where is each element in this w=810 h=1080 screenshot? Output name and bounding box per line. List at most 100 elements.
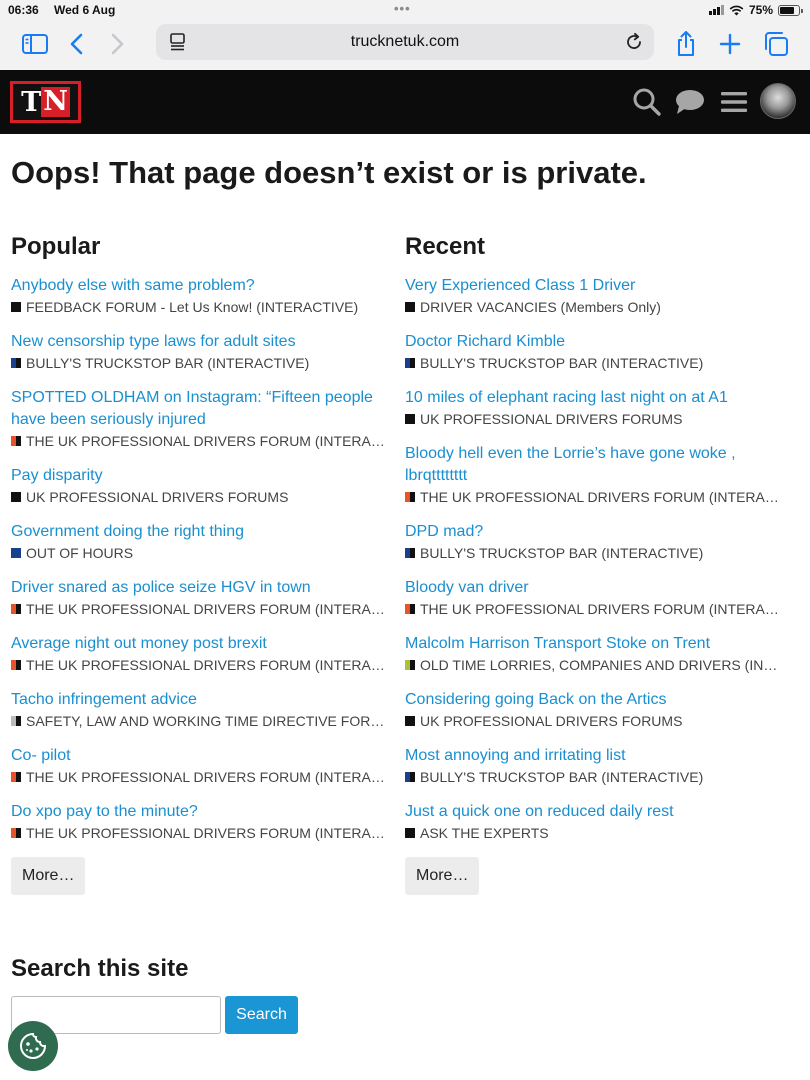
topic-link[interactable]: New censorship type laws for adult sites [11,331,391,353]
topic-forum[interactable]: BULLY'S TRUCKSTOP BAR (INTERACTIVE) [11,353,391,373]
forum-color-swatch [405,414,415,424]
topic-forum[interactable]: THE UK PROFESSIONAL DRIVERS FORUM (INTER… [11,767,391,787]
topic-link[interactable]: Most annoying and irritating list [405,745,785,767]
forum-color-swatch [11,660,21,670]
forum-name: THE UK PROFESSIONAL DRIVERS FORUM (INTER… [420,489,785,505]
forum-color-swatch [405,492,415,502]
forum-name: BULLY'S TRUCKSTOP BAR (INTERACTIVE) [420,769,704,785]
sidebar-icon[interactable] [20,29,50,59]
topic-list-item: 10 miles of elephant racing last night o… [405,387,785,429]
forum-name: THE UK PROFESSIONAL DRIVERS FORUM (INTER… [26,601,391,617]
battery-percent: 75% [748,3,773,17]
back-icon[interactable] [62,29,92,59]
topic-forum[interactable]: THE UK PROFESSIONAL DRIVERS FORUM (INTER… [11,599,391,619]
topic-forum[interactable]: UK PROFESSIONAL DRIVERS FORUMS [405,409,785,429]
recent-more-button[interactable]: More… [405,857,480,895]
topic-forum[interactable]: FEEDBACK FORUM - Let Us Know! (INTERACTI… [11,297,391,317]
forum-name: THE UK PROFESSIONAL DRIVERS FORUM (INTER… [26,825,391,841]
topic-link[interactable]: 10 miles of elephant racing last night o… [405,387,785,409]
popular-list: Anybody else with same problem? FEEDBACK … [11,275,391,843]
topic-link[interactable]: Average night out money post brexit [11,633,391,655]
topic-link[interactable]: Pay disparity [11,465,391,487]
topic-forum[interactable]: BULLY'S TRUCKSTOP BAR (INTERACTIVE) [405,767,785,787]
forum-color-swatch [405,548,415,558]
topic-forum[interactable]: DRIVER VACANCIES (Members Only) [405,297,785,317]
topic-forum[interactable]: THE UK PROFESSIONAL DRIVERS FORUM (INTER… [11,823,391,843]
topic-forum[interactable]: OUT OF HOURS [11,543,391,563]
topic-forum[interactable]: SAFETY, LAW AND WORKING TIME DIRECTIVE F… [11,711,391,731]
cellular-signal-icon [708,5,724,15]
cookie-settings-button[interactable] [8,1021,58,1071]
search-icon[interactable] [631,86,663,118]
forward-icon[interactable] [102,29,132,59]
topic-link[interactable]: Considering going Back on the Artics [405,689,785,711]
recent-heading: Recent [405,233,486,260]
status-bar: 06:36 Wed 6 Aug ••• 75% [0,0,810,22]
forum-name: UK PROFESSIONAL DRIVERS FORUMS [26,489,289,505]
topic-forum[interactable]: THE UK PROFESSIONAL DRIVERS FORUM (INTER… [11,655,391,675]
forum-name: FEEDBACK FORUM - Let Us Know! (INTERACTI… [26,299,359,315]
forum-color-swatch [11,828,21,838]
topic-link[interactable]: Bloody hell even the Lorrie’s have gone … [405,443,785,487]
topic-link[interactable]: Doctor Richard Kimble [405,331,785,353]
forum-name: ASK THE EXPERTS [420,825,549,841]
topic-link[interactable]: Bloody van driver [405,577,785,599]
topic-forum[interactable]: BULLY'S TRUCKSTOP BAR (INTERACTIVE) [405,353,785,373]
topic-link[interactable]: Government doing the right thing [11,521,391,543]
topic-list-item: Bloody hell even the Lorrie’s have gone … [405,443,785,507]
battery-icon [778,4,803,16]
multitasking-dots-icon[interactable]: ••• [394,1,411,16]
topic-list-item: SPOTTED OLDHAM on Instagram: “Fifteen pe… [11,387,391,451]
popular-more-button[interactable]: More… [11,857,86,895]
user-avatar[interactable] [760,83,796,119]
topic-link[interactable]: Anybody else with same problem? [11,275,391,297]
forum-name: BULLY'S TRUCKSTOP BAR (INTERACTIVE) [26,355,310,371]
forum-name: THE UK PROFESSIONAL DRIVERS FORUM (INTER… [26,657,391,673]
topic-forum[interactable]: UK PROFESSIONAL DRIVERS FORUMS [11,487,391,507]
popular-section: Popular Anybody else with same problem? F… [11,233,391,857]
menu-icon[interactable] [718,86,750,118]
forum-name: DRIVER VACANCIES (Members Only) [420,299,661,315]
chat-icon[interactable] [674,86,706,118]
topic-link[interactable]: Driver snared as police seize HGV in tow… [11,577,391,599]
status-time: 06:36 [8,3,39,17]
new-tab-icon[interactable] [715,29,745,59]
forum-color-swatch [11,604,21,614]
topic-list-item: Anybody else with same problem? FEEDBACK … [11,275,391,317]
topic-forum[interactable]: THE UK PROFESSIONAL DRIVERS FORUM (INTER… [11,431,391,451]
topic-link[interactable]: Malcolm Harrison Transport Stoke on Tren… [405,633,785,655]
topic-list-item: Most annoying and irritating list BULLY'S… [405,745,785,787]
topic-link[interactable]: Very Experienced Class 1 Driver [405,275,785,297]
topic-list-item: Do xpo pay to the minute? THE UK PROFESSI… [11,801,391,843]
topic-forum[interactable]: THE UK PROFESSIONAL DRIVERS FORUM (INTER… [405,487,785,507]
topic-link[interactable]: SPOTTED OLDHAM on Instagram: “Fifteen pe… [11,387,391,431]
topic-list-item: Co- pilot THE UK PROFESSIONAL DRIVERS FOR… [11,745,391,787]
reload-icon[interactable] [624,32,644,52]
topic-list-item: Average night out money post brexit THE U… [11,633,391,675]
forum-color-swatch [11,772,21,782]
topic-link[interactable]: Tacho infringement advice [11,689,391,711]
topic-link[interactable]: Just a quick one on reduced daily rest [405,801,785,823]
topic-forum[interactable]: BULLY'S TRUCKSTOP BAR (INTERACTIVE) [405,543,785,563]
forum-name: SAFETY, LAW AND WORKING TIME DIRECTIVE F… [26,713,391,729]
topic-forum[interactable]: ASK THE EXPERTS [405,823,785,843]
topic-forum[interactable]: UK PROFESSIONAL DRIVERS FORUMS [405,711,785,731]
topic-link[interactable]: Co- pilot [11,745,391,767]
tabs-overview-icon[interactable] [761,29,791,59]
site-logo[interactable]: TN [10,81,81,123]
forum-name: THE UK PROFESSIONAL DRIVERS FORUM (INTER… [26,433,391,449]
recent-list: Very Experienced Class 1 Driver DRIVER VA… [405,275,785,843]
browser-toolbar: trucknetuk.com [0,22,810,70]
forum-color-swatch [405,302,415,312]
topic-link[interactable]: DPD mad? [405,521,785,543]
topic-forum[interactable]: THE UK PROFESSIONAL DRIVERS FORUM (INTER… [405,599,785,619]
topic-forum[interactable]: OLD TIME LORRIES, COMPANIES AND DRIVERS … [405,655,785,675]
popular-heading: Popular [11,233,101,260]
site-search-button[interactable]: Search [225,996,298,1034]
forum-color-swatch [11,548,21,558]
address-bar[interactable]: trucknetuk.com [156,24,654,60]
forum-color-swatch [11,716,21,726]
share-icon[interactable] [671,29,701,59]
forum-color-swatch [405,660,415,670]
topic-link[interactable]: Do xpo pay to the minute? [11,801,391,823]
